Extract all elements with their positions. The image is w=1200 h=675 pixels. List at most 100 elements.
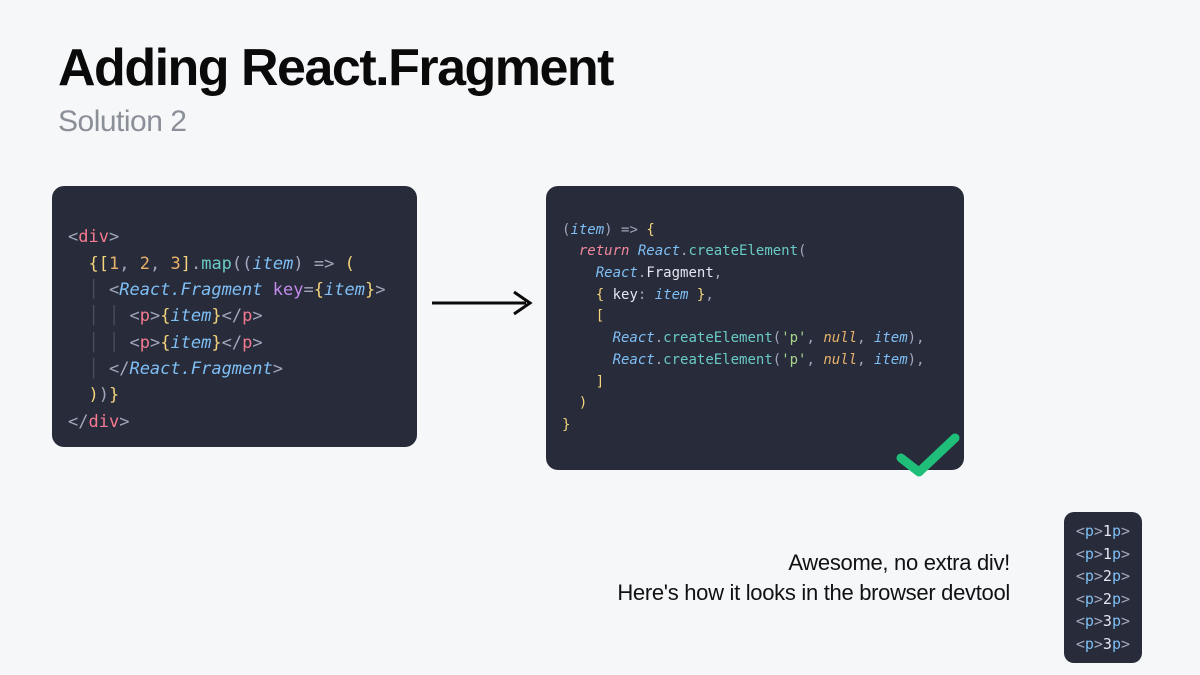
attr-key: key [273, 280, 304, 300]
bracket: ] [596, 374, 604, 390]
caption-text: Awesome, no extra div!Here's how it look… [570, 548, 1010, 607]
tag-div: div [78, 227, 109, 247]
brace: { [596, 287, 604, 303]
num: 1 [109, 254, 119, 274]
comma: , [857, 352, 874, 368]
dot: . [191, 254, 201, 274]
angle-close: > [150, 306, 160, 326]
tag-div: div [88, 412, 119, 432]
devtool-output: <p>1p> <p>1p> <p>2p> <p>2p> <p>3p> <p>3p… [1064, 512, 1142, 663]
angle-close: > [252, 333, 262, 353]
fn-createelement: createElement [688, 243, 798, 259]
arrow-right-icon [430, 288, 536, 318]
angle-close: > [273, 359, 283, 379]
paren: (( [232, 254, 252, 274]
str-p: 'p' [781, 352, 806, 368]
code-block-compiled: (item) => { return React.createElement( … [546, 186, 964, 470]
var-react: React [596, 265, 638, 281]
fn-map: map [201, 254, 232, 274]
angle-close: > [375, 280, 385, 300]
comma: , [916, 352, 924, 368]
brace: } [365, 280, 375, 300]
angle-open: < [109, 280, 119, 300]
comma: , [705, 287, 713, 303]
tag-p: p [140, 333, 150, 353]
paren: ( [773, 352, 781, 368]
brace: { [646, 222, 654, 238]
tag-p: p [242, 306, 252, 326]
brace: } [562, 417, 570, 433]
paren: ) [908, 352, 916, 368]
null: null [823, 330, 857, 346]
brace: } [109, 385, 119, 405]
str-p: 'p' [781, 330, 806, 346]
var-item: item [874, 352, 908, 368]
angle-close: > [119, 412, 129, 432]
paren: ( [798, 243, 806, 259]
var-item: item [874, 330, 908, 346]
comma: , [119, 254, 139, 274]
kw-return: return [579, 243, 630, 259]
angle-open: </ [222, 333, 242, 353]
null: null [823, 352, 857, 368]
code-block-jsx: <div> {[1, 2, 3].map((item) => ( │ <Reac… [52, 186, 417, 447]
var-react: React [613, 352, 655, 368]
comma: , [150, 254, 170, 274]
var-react: React [613, 330, 655, 346]
num: 2 [140, 254, 150, 274]
brace: { [160, 333, 170, 353]
param-item: item [570, 222, 604, 238]
brace: { [88, 254, 98, 274]
space [604, 287, 612, 303]
colon: : [638, 287, 655, 303]
angle-open: </ [68, 412, 88, 432]
equals: = [303, 280, 313, 300]
brace: } [211, 306, 221, 326]
comma: , [806, 352, 823, 368]
angle-open: < [129, 333, 139, 353]
space [688, 287, 696, 303]
comma: , [806, 330, 823, 346]
tag-fragment: React.Fragment [129, 359, 272, 379]
page-title: Adding React.Fragment [58, 38, 613, 98]
paren: ) [579, 395, 587, 411]
comma: , [857, 330, 874, 346]
prop-fragment: Fragment [646, 265, 713, 281]
angle-close: > [252, 306, 262, 326]
tag-p: p [242, 333, 252, 353]
var-item: item [170, 333, 211, 353]
paren: ( [345, 254, 355, 274]
param-item: item [252, 254, 293, 274]
paren: ) [293, 254, 303, 274]
dot: . [655, 352, 663, 368]
angle-open: </ [109, 359, 129, 379]
brace: { [314, 280, 324, 300]
arrow-fn: => [304, 254, 345, 274]
var-item: item [170, 306, 211, 326]
space [263, 280, 273, 300]
angle-open: < [68, 227, 78, 247]
brace: { [160, 306, 170, 326]
tag-fragment: React.Fragment [119, 280, 262, 300]
fn-createelement: createElement [663, 352, 773, 368]
comma: , [916, 330, 924, 346]
paren: ) [908, 330, 916, 346]
var-item: item [324, 280, 365, 300]
page-subtitle: Solution 2 [58, 105, 186, 139]
paren: ) [88, 385, 98, 405]
paren: ) [99, 385, 109, 405]
var-item: item [655, 287, 689, 303]
angle-close: > [150, 333, 160, 353]
dot: . [655, 330, 663, 346]
num: 3 [170, 254, 180, 274]
angle-open: < [129, 306, 139, 326]
prop-key: key [613, 287, 638, 303]
bracket: [ [596, 308, 604, 324]
angle-open: </ [222, 306, 242, 326]
fn-createelement: createElement [663, 330, 773, 346]
bracket: [ [99, 254, 109, 274]
arrow-fn: => [613, 222, 647, 238]
bracket: ] [181, 254, 191, 274]
space [629, 243, 637, 259]
paren: ( [773, 330, 781, 346]
